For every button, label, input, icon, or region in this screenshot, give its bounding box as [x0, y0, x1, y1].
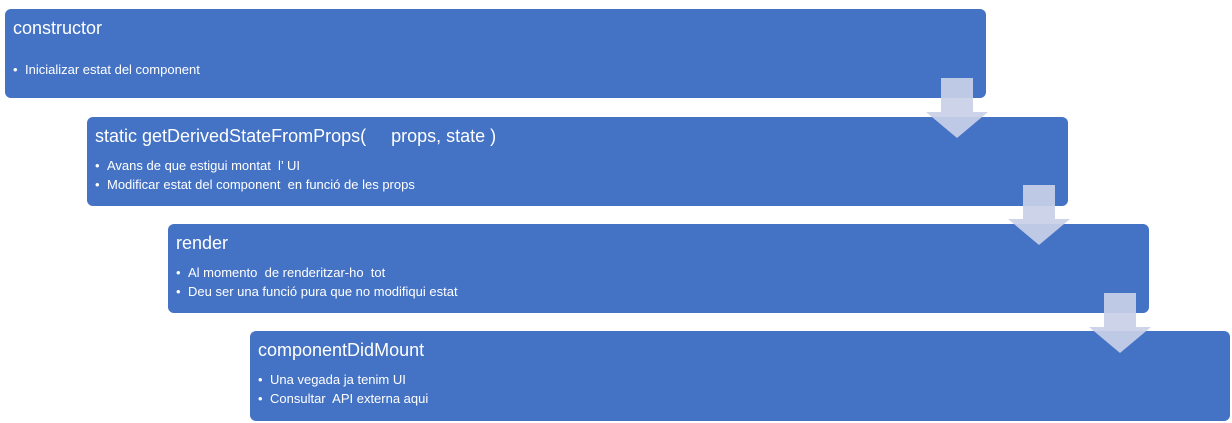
step-title: render: [176, 233, 229, 253]
step-title: componentDidMount: [258, 340, 425, 360]
down-arrow-icon: [1089, 293, 1151, 353]
step-constructor: constructor Inicializar estat del compon…: [5, 9, 986, 98]
step-get-derived-state-from-props: static getDerivedStateFromProps( props, …: [87, 117, 1068, 206]
bullet-item: Modificar estat del component en funció …: [95, 175, 415, 194]
bullet-item: Inicializar estat del component: [13, 60, 200, 79]
bullet-item: Una vegada ja tenim UI: [258, 370, 428, 389]
down-arrow-icon: [1008, 185, 1070, 245]
bullet-item: Avans de que estigui montat l’ UI: [95, 156, 415, 175]
step-title: static getDerivedStateFromProps( props, …: [95, 126, 497, 146]
bullet-item: Deu ser una funció pura que no modifiqui…: [176, 282, 458, 301]
bullet-list: Inicializar estat del component: [13, 60, 200, 79]
step-title: constructor: [13, 18, 103, 38]
bullet-list: Avans de que estigui montat l’ UI Modifi…: [95, 156, 415, 194]
step-render: render Al momento de renderitzar-ho tot …: [168, 224, 1149, 313]
bullet-list: Una vegada ja tenim UI Consultar API ext…: [258, 370, 428, 408]
step-component-did-mount: componentDidMount Una vegada ja tenim UI…: [250, 331, 1230, 421]
bullet-list: Al momento de renderitzar-ho tot Deu ser…: [176, 263, 458, 301]
bullet-item: Consultar API externa aqui: [258, 389, 428, 408]
down-arrow-icon: [926, 78, 988, 138]
bullet-item: Al momento de renderitzar-ho tot: [176, 263, 458, 282]
